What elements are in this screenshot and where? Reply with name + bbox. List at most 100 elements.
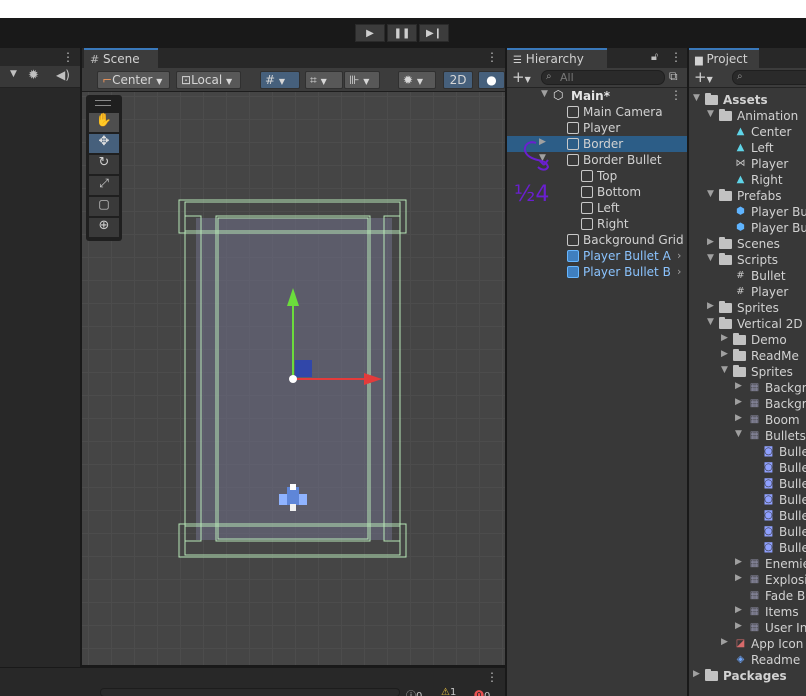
hierarchy-item[interactable]: Player Bullet B › xyxy=(507,264,687,280)
expand-arrow-icon[interactable]: ▶ xyxy=(735,605,742,615)
scene-visibility-icon[interactable]: ⧉ xyxy=(669,69,678,84)
project-item[interactable]: ▦ Fade Bl xyxy=(689,588,806,604)
bug-icon[interactable]: ✹ xyxy=(28,68,39,83)
project-item[interactable]: ▶ Demo xyxy=(689,332,806,348)
collapse-arrow-icon[interactable]: ▼ xyxy=(721,365,728,375)
expand-arrow-icon[interactable]: ▶ xyxy=(735,573,742,583)
expand-arrow-icon[interactable]: ▶ xyxy=(721,637,728,647)
collapse-arrow-icon[interactable]: ▼ xyxy=(693,93,700,103)
mode-2d-toggle[interactable]: 2D xyxy=(443,71,473,89)
hierarchy-menu-icon[interactable]: ⋮ xyxy=(670,50,682,64)
project-item[interactable]: ◙ Bulle xyxy=(689,492,806,508)
transform-tool[interactable]: ⊕ xyxy=(89,218,119,237)
project-item[interactable]: # Bullet xyxy=(689,268,806,284)
hierarchy-item[interactable]: Player xyxy=(507,120,687,136)
rect-tool[interactable]: ▢ xyxy=(89,197,119,216)
project-item[interactable]: ▶ ▦ User Int xyxy=(689,620,806,636)
expand-arrow-icon[interactable]: ▶ xyxy=(735,381,742,391)
expand-arrow-icon[interactable]: ▶ xyxy=(707,237,714,247)
warning-count-badge[interactable]: ⚠1 xyxy=(441,687,469,696)
play-button[interactable]: ▶ xyxy=(355,24,385,42)
add-button[interactable]: +▼ xyxy=(512,68,531,86)
project-item[interactable]: ◙ Bulle xyxy=(689,508,806,524)
project-item[interactable]: ⬢ Player Bul xyxy=(689,220,806,236)
project-item[interactable]: ▶ Sprites xyxy=(689,300,806,316)
project-item[interactable]: ▶ ▦ Enemie xyxy=(689,556,806,572)
expand-arrow-icon[interactable]: ▶ xyxy=(735,413,742,423)
dropdown-arrow-icon[interactable]: ▼ xyxy=(10,69,17,79)
log-count-badge[interactable]: ⓘ0 xyxy=(406,687,434,696)
hierarchy-item[interactable]: Right xyxy=(507,216,687,232)
project-item[interactable]: ▶ ▦ Backgr xyxy=(689,396,806,412)
rotate-tool[interactable]: ↻ xyxy=(89,155,119,174)
expand-arrow-icon[interactable]: ▼ xyxy=(541,89,548,99)
collapse-arrow-icon[interactable]: ▼ xyxy=(735,429,742,439)
left-panel-menu-icon[interactable]: ⋮ xyxy=(62,50,74,64)
prefab-open-icon[interactable]: › xyxy=(677,265,681,278)
project-item[interactable]: ▼ Vertical 2D S xyxy=(689,316,806,332)
collapse-arrow-icon[interactable]: ▼ xyxy=(707,253,714,263)
expand-arrow-icon[interactable]: ▶ xyxy=(707,301,714,311)
hierarchy-item[interactable]: Player Bullet A › xyxy=(507,248,687,264)
project-item[interactable]: # Player xyxy=(689,284,806,300)
scale-tool[interactable]: ⤢ xyxy=(89,176,119,195)
hierarchy-item[interactable]: Main Camera xyxy=(507,104,687,120)
tab-project[interactable]: ▆ Project xyxy=(689,48,759,68)
hierarchy-scene-row[interactable]: ▼ ⬡ Main* ⋮ xyxy=(507,88,687,104)
project-search-input[interactable]: ⌕ xyxy=(732,70,806,85)
scene-viewport[interactable]: ✋ ✥ ↻ ⤢ ▢ ⊕ xyxy=(82,92,505,665)
expand-arrow-icon[interactable]: ▶ xyxy=(735,557,742,567)
expand-arrow-icon[interactable]: ▶ xyxy=(721,333,728,343)
hierarchy-item[interactable]: Background Grid xyxy=(507,232,687,248)
tab-hierarchy[interactable]: ☰ Hierarchy xyxy=(507,48,607,68)
project-item[interactable]: ◙ Bulle xyxy=(689,524,806,540)
project-item[interactable]: ▶ Scenes xyxy=(689,236,806,252)
project-item[interactable]: ▶ ReadMe xyxy=(689,348,806,364)
audio-icon[interactable]: ◀) xyxy=(56,68,70,82)
project-item[interactable]: ▶ ▦ Backgr xyxy=(689,380,806,396)
step-button[interactable]: ▶❙ xyxy=(419,24,449,42)
expand-arrow-icon[interactable]: ▶ xyxy=(735,397,742,407)
pivot-dropdown[interactable]: ⌐Center ▼ xyxy=(97,71,170,89)
project-item[interactable]: ⬢ Player Bul xyxy=(689,204,806,220)
prefab-open-icon[interactable]: › xyxy=(677,249,681,262)
project-item[interactable]: ▶ ▦ Items xyxy=(689,604,806,620)
project-item[interactable]: ▼ Animation xyxy=(689,108,806,124)
hand-tool[interactable]: ✋ xyxy=(89,113,119,132)
project-item[interactable]: ▶ Packages xyxy=(689,668,806,684)
project-item[interactable]: ▲ Right xyxy=(689,172,806,188)
move-tool[interactable]: ✥ xyxy=(89,134,119,153)
collapse-arrow-icon[interactable]: ▼ xyxy=(707,317,714,327)
project-item[interactable]: ▶ ▦ Boom xyxy=(689,412,806,428)
project-item[interactable]: ▼ ▦ Bullets xyxy=(689,428,806,444)
create-button[interactable]: +▼ xyxy=(694,68,713,86)
scene-menu-icon[interactable]: ⋮ xyxy=(670,88,682,102)
lock-icon[interactable]: 🔓︎ xyxy=(651,50,658,64)
tab-scene[interactable]: # Scene xyxy=(84,48,158,68)
project-item[interactable]: ▲ Center xyxy=(689,124,806,140)
console-menu-icon[interactable]: ⋮ xyxy=(486,670,498,684)
lighting-toggle[interactable]: ● xyxy=(478,71,505,89)
error-count-badge[interactable]: ⓿0 xyxy=(474,687,502,696)
project-item[interactable]: ◙ Bulle xyxy=(689,476,806,492)
incremental-snap-button[interactable]: ⌗ ▼ xyxy=(305,71,343,89)
collapse-arrow-icon[interactable]: ▼ xyxy=(707,109,714,119)
console-search-input[interactable] xyxy=(100,688,400,696)
project-item[interactable]: ◙ Bulle xyxy=(689,540,806,556)
project-item[interactable]: ▶ ▦ Explosio xyxy=(689,572,806,588)
gizmo-ruler-button[interactable]: ⊪ ▼ xyxy=(344,71,380,89)
collapse-arrow-icon[interactable]: ▼ xyxy=(707,189,714,199)
grid-snap-button[interactable]: # ▼ xyxy=(260,71,300,89)
project-item[interactable]: ◈ Readme xyxy=(689,652,806,668)
scene-menu-icon[interactable]: ⋮ xyxy=(486,50,498,64)
project-item[interactable]: ▼ Sprites xyxy=(689,364,806,380)
project-item[interactable]: ◙ Bulle xyxy=(689,460,806,476)
palette-handle[interactable] xyxy=(95,100,111,106)
project-item[interactable]: ▼ Prefabs xyxy=(689,188,806,204)
project-item[interactable]: ⋈ Player xyxy=(689,156,806,172)
debug-button[interactable]: ✹ ▼ xyxy=(398,71,436,89)
space-dropdown[interactable]: ⊡Local ▼ xyxy=(176,71,241,89)
project-item[interactable]: ▲ Left xyxy=(689,140,806,156)
expand-arrow-icon[interactable]: ▶ xyxy=(721,349,728,359)
pause-button[interactable]: ❚❚ xyxy=(387,24,417,42)
